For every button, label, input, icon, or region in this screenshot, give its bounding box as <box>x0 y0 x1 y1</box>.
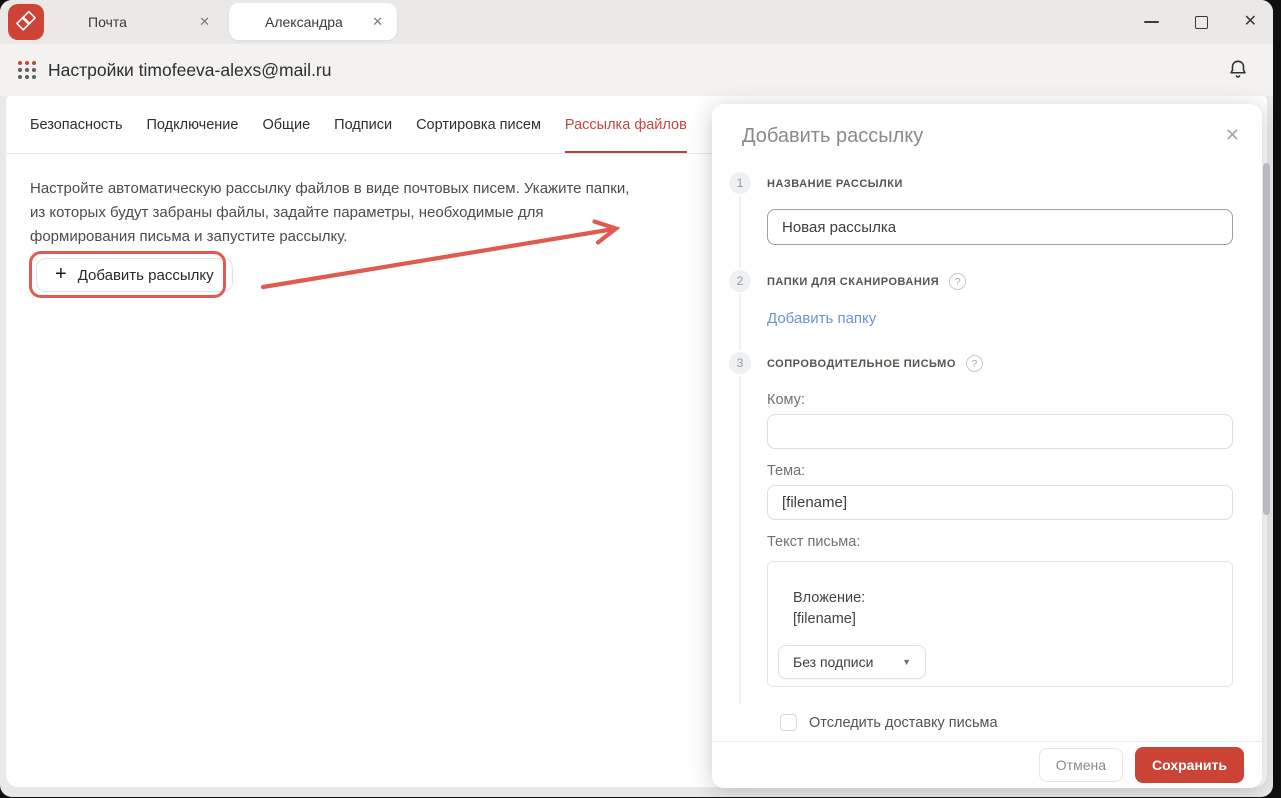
add-distribution-button[interactable]: + Добавить рассылку <box>36 258 233 292</box>
settings-main: Безопасность Подключение Общие Подписи С… <box>6 96 712 787</box>
chevron-down-icon: ▼ <box>902 657 911 667</box>
tab-file-distribution[interactable]: Рассылка файлов <box>564 96 687 153</box>
body-text-line2: [filename] <box>793 611 856 627</box>
panel-title: Добавить рассылку <box>742 125 924 147</box>
tab-general[interactable]: Общие <box>262 96 310 153</box>
step-3-badge: 3 <box>729 352 751 374</box>
scrollbar-thumb[interactable] <box>1263 163 1270 515</box>
app-grid-icon[interactable] <box>18 61 36 79</box>
save-button[interactable]: Сохранить <box>1135 747 1244 783</box>
tab-connection[interactable]: Подключение <box>147 96 239 153</box>
panel-close-icon[interactable]: ✕ <box>1225 126 1240 144</box>
tab-signatures-label: Подписи <box>334 116 393 133</box>
plus-icon: + <box>55 263 67 285</box>
settings-header: Настройки timofeeva-alexs@mail.ru <box>0 44 1273 96</box>
add-distribution-button-label: Добавить рассылку <box>77 266 214 284</box>
maximize-icon[interactable] <box>1194 15 1208 29</box>
step-connector <box>739 196 741 268</box>
window-close-icon[interactable]: ✕ <box>1244 14 1257 30</box>
subject-input[interactable] <box>767 485 1233 520</box>
window-titlebar: Почта ✕ Александра ✕ ✕ <box>0 0 1273 44</box>
step-2-badge: 2 <box>729 270 751 292</box>
tab-mail[interactable]: Почта ✕ <box>82 0 216 44</box>
body-textarea[interactable]: Вложение: [filename] Без подписи ▼ <box>767 561 1233 687</box>
track-delivery-checkbox[interactable] <box>780 714 797 731</box>
step-1-label: НАЗВАНИЕ РАССЫЛКИ <box>767 178 903 190</box>
add-distribution-panel: Добавить рассылку ✕ 1 НАЗВАНИЕ РАССЫЛКИ … <box>712 104 1262 788</box>
content-area: Безопасность Подключение Общие Подписи С… <box>6 96 1267 788</box>
app-window: Почта ✕ Александра ✕ ✕ Настройки timofee… <box>0 0 1273 797</box>
step-3-label: СОПРОВОДИТЕЛЬНОЕ ПИСЬМО <box>767 357 956 370</box>
subject-field-label: Тема: <box>767 463 806 479</box>
signature-dropdown[interactable]: Без подписи ▼ <box>778 645 926 679</box>
add-folder-link[interactable]: Добавить папку <box>767 310 876 327</box>
tab-mail-close-icon[interactable]: ✕ <box>199 14 210 30</box>
to-field-label: Кому: <box>767 392 805 408</box>
tab-mail-sorting[interactable]: Сортировка писем <box>416 96 541 153</box>
step-1-label-row: НАЗВАНИЕ РАССЫЛКИ <box>767 178 903 190</box>
tab-alexandra[interactable]: Александра ✕ <box>229 3 397 40</box>
window-controls: ✕ <box>1143 0 1257 44</box>
panel-footer: Отмена Сохранить <box>712 741 1262 788</box>
page-title: Настройки timofeeva-alexs@mail.ru <box>48 59 332 80</box>
tab-general-label: Общие <box>262 116 311 133</box>
tab-mail-label: Почта <box>88 14 127 30</box>
help-icon[interactable]: ? <box>965 355 983 372</box>
tab-mail-sorting-label: Сортировка писем <box>416 116 541 133</box>
help-icon[interactable]: ? <box>949 273 967 290</box>
step-3-label-row: СОПРОВОДИТЕЛЬНОЕ ПИСЬМО ? <box>767 355 983 372</box>
tab-alexandra-label: Александра <box>265 13 343 30</box>
signature-dropdown-value: Без подписи <box>793 654 874 670</box>
track-delivery-row: Отследить доставку письма <box>780 714 998 731</box>
minimize-icon[interactable] <box>1143 21 1159 23</box>
settings-tabs: Безопасность Подключение Общие Подписи С… <box>6 96 712 154</box>
body-text: Вложение: [filename] <box>793 588 865 630</box>
step-connector <box>739 294 741 350</box>
track-delivery-label: Отследить доставку письма <box>809 714 998 731</box>
tab-security-label: Безопасность <box>30 116 123 133</box>
cancel-button[interactable]: Отмена <box>1038 748 1124 782</box>
to-input[interactable] <box>767 414 1233 449</box>
step-2-label-row: ПАПКИ ДЛЯ СКАНИРОВАНИЯ ? <box>767 273 967 290</box>
body-text-line1: Вложение: <box>793 590 866 606</box>
tab-alexandra-close-icon[interactable]: ✕ <box>372 14 383 30</box>
notifications-bell-icon[interactable] <box>1227 58 1249 87</box>
body-field-label: Текст письма: <box>767 534 861 550</box>
step-connector <box>739 376 741 704</box>
distribution-name-input[interactable] <box>767 209 1233 245</box>
app-logo-icon <box>8 4 44 40</box>
step-1-badge: 1 <box>729 172 751 194</box>
tab-file-distribution-label: Рассылка файлов <box>564 116 687 133</box>
tab-connection-label: Подключение <box>146 116 239 133</box>
tab-security[interactable]: Безопасность <box>30 96 123 153</box>
tab-signatures[interactable]: Подписи <box>334 96 392 153</box>
feature-description: Настройте автоматическую рассылку файлов… <box>30 180 630 245</box>
step-2-label: ПАПКИ ДЛЯ СКАНИРОВАНИЯ <box>767 275 940 288</box>
